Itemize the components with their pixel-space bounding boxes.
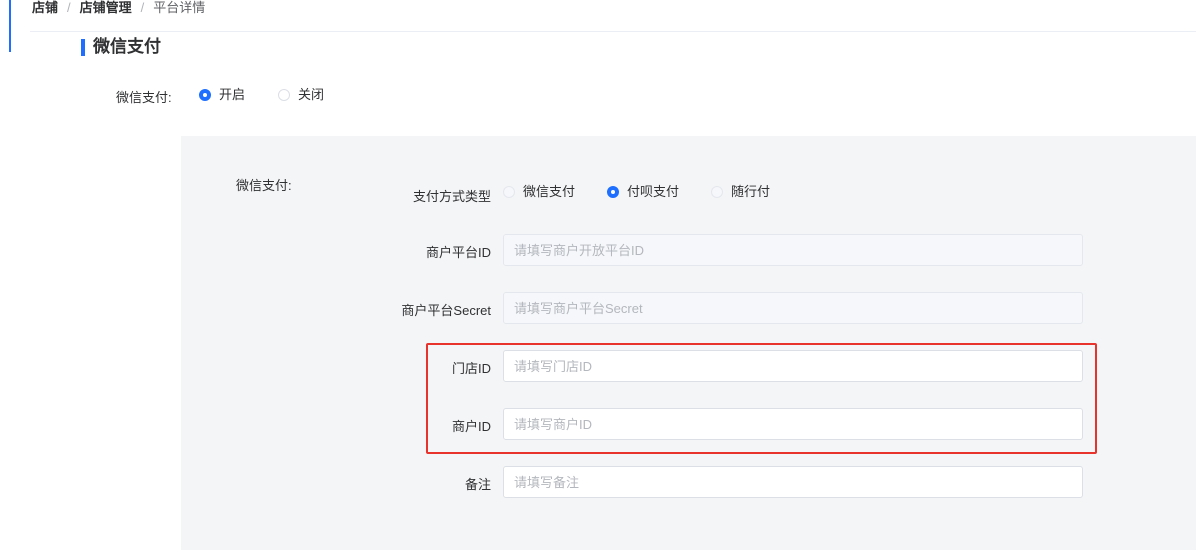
radio-pay-type-suixingfu-label: 随行付 <box>731 184 771 199</box>
store-id-input[interactable] <box>503 350 1083 382</box>
radio-enable[interactable]: 开启 <box>199 87 245 103</box>
radio-pay-type-suixingfu[interactable]: 随行付 <box>711 184 770 200</box>
merchant-platform-secret-label: 商户平台Secret <box>401 303 491 318</box>
radio-checked-icon <box>607 186 620 198</box>
radio-pay-type-fubei[interactable]: 付呗支付 <box>607 184 679 200</box>
remark-input[interactable] <box>503 466 1083 498</box>
left-active-indicator <box>9 0 11 52</box>
merchant-id-input[interactable] <box>503 408 1083 440</box>
radio-disable[interactable]: 关闭 <box>278 87 324 103</box>
breadcrumb-separator: / <box>140 0 145 15</box>
radio-checked-icon <box>199 89 211 101</box>
radio-pay-type-wechat-label: 微信支付 <box>523 184 576 199</box>
section-title: 微信支付 <box>93 37 161 56</box>
pay-type-group: 微信支付 付呗支付 随行付 <box>503 184 770 200</box>
store-id-label: 门店ID <box>451 361 491 376</box>
config-group-label: 微信支付: <box>236 178 292 193</box>
radio-unchecked-icon <box>503 186 515 198</box>
radio-pay-type-fubei-label: 付呗支付 <box>627 184 680 199</box>
radio-enable-label: 开启 <box>219 87 246 102</box>
wechat-pay-toggle-label: 微信支付: <box>116 90 172 105</box>
breadcrumb-item-shop[interactable]: 店铺 <box>32 1 58 15</box>
wechat-pay-toggle-group: 开启 关闭 <box>199 87 324 103</box>
merchant-platform-secret-input[interactable] <box>503 292 1083 324</box>
section-title-marker <box>81 39 85 56</box>
breadcrumb-item-shop-management[interactable]: 店铺管理 <box>80 1 132 15</box>
breadcrumb-item-current: 平台详情 <box>153 0 206 15</box>
radio-unchecked-icon <box>711 186 724 198</box>
merchant-platform-id-input[interactable] <box>503 234 1083 266</box>
radio-disable-label: 关闭 <box>298 87 325 102</box>
merchant-id-label: 商户ID <box>451 419 491 434</box>
radio-pay-type-wechat[interactable]: 微信支付 <box>503 184 575 200</box>
remark-label: 备注 <box>464 477 491 492</box>
merchant-platform-id-label: 商户平台ID <box>425 245 491 260</box>
pay-type-label: 支付方式类型 <box>412 189 491 204</box>
breadcrumb-separator: / <box>67 0 71 15</box>
breadcrumb: 店铺 / 店铺管理 / 平台详情 <box>32 0 205 16</box>
radio-unchecked-icon <box>278 89 291 101</box>
